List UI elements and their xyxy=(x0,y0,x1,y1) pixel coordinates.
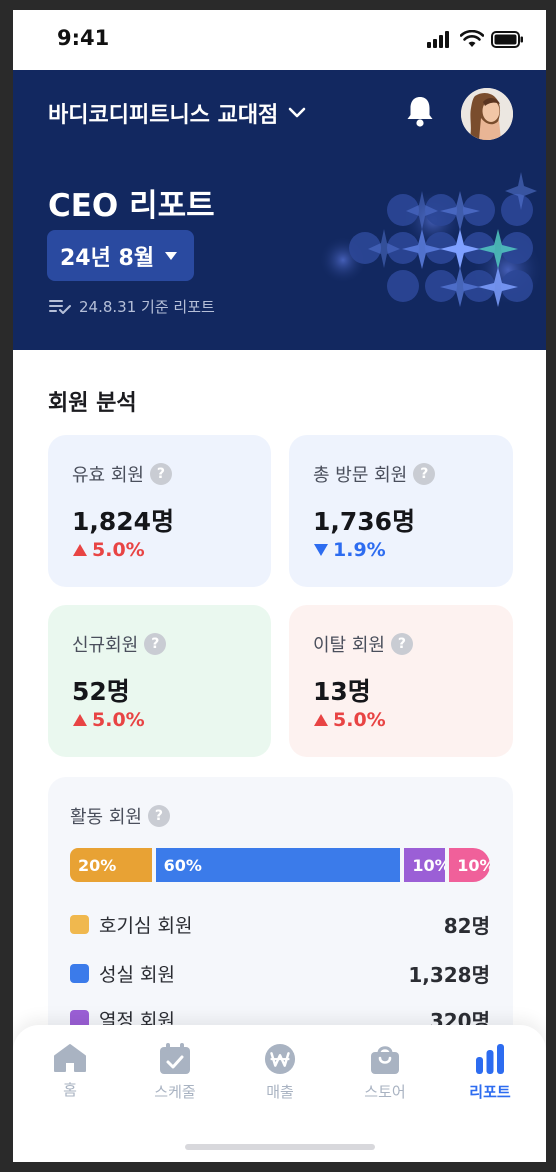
stat-value: 13명 xyxy=(313,677,371,706)
stat-label: 총 방문 회원 ? xyxy=(313,461,436,487)
stat-change: 1.9% xyxy=(313,539,386,561)
help-icon[interactable]: ? xyxy=(147,805,170,827)
won-icon xyxy=(264,1043,296,1075)
chevron-down-icon xyxy=(289,107,306,118)
legend-item: 성실 회원 1,328명 xyxy=(70,959,490,988)
status-time: 9:41 xyxy=(57,26,110,50)
gym-name: 바디코디피트니스 교대점 xyxy=(48,103,279,128)
bell-icon[interactable] xyxy=(402,93,438,129)
decorative-sparkle-pattern xyxy=(319,172,544,307)
report-content: 회원 분석 유효 회원 ? 1,824명 5.0% 총 방문 회원 ? 1,73… xyxy=(13,350,546,1047)
tab-label: 스케줄 xyxy=(154,1083,196,1101)
help-icon[interactable]: ? xyxy=(144,633,167,655)
bottom-tab-bar: 홈 스케줄 매출 스토어 리포트 xyxy=(13,1025,546,1162)
tab-home[interactable]: 홈 xyxy=(25,1043,115,1100)
report-basis: 24.8.31 기준 리포트 xyxy=(49,296,215,317)
period-dropdown[interactable]: 24년 8월 xyxy=(47,230,194,281)
activity-segment-passionate: 10% xyxy=(404,848,446,882)
stat-change-value: 5.0% xyxy=(333,709,386,731)
stat-label-text: 이탈 회원 xyxy=(313,635,385,656)
avatar[interactable] xyxy=(461,88,513,140)
stat-change-value: 5.0% xyxy=(92,539,145,561)
help-icon[interactable]: ? xyxy=(413,463,436,485)
legend-item: 호기심 회원 82명 xyxy=(70,910,490,939)
phone-screen: 9:41 바디코디피트니스 교대점 CEO 리포트 24년 8월 24.8.31… xyxy=(13,10,546,1162)
activity-title: 활동 회원 ? xyxy=(70,803,170,829)
legend-swatch xyxy=(70,915,89,934)
status-bar: 9:41 xyxy=(13,10,546,70)
stat-card-churned-members[interactable]: 이탈 회원 ? 13명 5.0% xyxy=(289,605,513,757)
triangle-down-icon xyxy=(314,544,328,556)
legend-label: 호기심 회원 xyxy=(99,915,193,937)
legend-label: 성실 회원 xyxy=(99,964,175,986)
caret-down-icon xyxy=(165,251,178,260)
triangle-up-icon xyxy=(73,544,87,556)
stat-label: 유효 회원 ? xyxy=(72,461,172,487)
tab-sales[interactable]: 매출 xyxy=(235,1043,325,1102)
stat-card-new-members[interactable]: 신규회원 ? 52명 5.0% xyxy=(48,605,271,757)
stat-change: 5.0% xyxy=(72,709,145,731)
triangle-up-icon xyxy=(73,714,87,726)
tab-store[interactable]: 스토어 xyxy=(340,1043,430,1102)
bar-chart-icon xyxy=(476,1044,504,1074)
tab-label: 스토어 xyxy=(364,1083,406,1101)
report-basis-text: 24.8.31 기준 리포트 xyxy=(79,298,215,316)
activity-segment-diligent: 60% xyxy=(155,848,401,882)
stat-label: 신규회원 ? xyxy=(72,631,167,657)
stat-change: 5.0% xyxy=(72,539,145,561)
legend-swatch xyxy=(70,964,89,983)
home-indicator xyxy=(185,1144,375,1150)
legend-value: 82명 xyxy=(443,914,490,938)
stat-card-active-members[interactable]: 유효 회원 ? 1,824명 5.0% xyxy=(48,435,271,587)
home-icon xyxy=(54,1044,86,1072)
help-icon[interactable]: ? xyxy=(390,633,413,655)
stat-card-total-visits[interactable]: 총 방문 회원 ? 1,736명 1.9% xyxy=(289,435,513,587)
activity-segment-curious: 20% xyxy=(70,848,152,882)
stat-label: 이탈 회원 ? xyxy=(313,631,413,657)
battery-icon xyxy=(491,30,523,48)
gym-selector[interactable]: 바디코디피트니스 교대점 xyxy=(48,97,306,129)
checklist-icon xyxy=(49,299,71,314)
wifi-icon xyxy=(460,30,484,47)
report-header: 바디코디피트니스 교대점 CEO 리포트 24년 8월 24.8.31 기준 리… xyxy=(13,70,546,350)
stat-change-value: 1.9% xyxy=(333,539,386,561)
activity-distribution-bar: 20% 60% 10% 10% xyxy=(70,848,490,882)
stat-value: 52명 xyxy=(72,677,130,706)
cellular-signal-icon xyxy=(427,30,449,48)
stat-label-text: 유효 회원 xyxy=(72,465,144,486)
shopping-bag-icon xyxy=(371,1046,399,1074)
calendar-icon xyxy=(160,1043,190,1074)
profile-photo xyxy=(461,88,513,140)
help-icon[interactable]: ? xyxy=(149,463,172,485)
legend-value: 1,328명 xyxy=(408,963,490,987)
tab-label: 리포트 xyxy=(469,1083,511,1101)
tab-schedule[interactable]: 스케줄 xyxy=(130,1043,220,1102)
tab-label: 홈 xyxy=(63,1081,77,1099)
tab-report[interactable]: 리포트 xyxy=(445,1043,535,1102)
stat-change: 5.0% xyxy=(313,709,386,731)
stat-change-value: 5.0% xyxy=(92,709,145,731)
section-title: 회원 분석 xyxy=(48,391,137,416)
activity-title-text: 활동 회원 xyxy=(70,807,142,828)
triangle-up-icon xyxy=(314,714,328,726)
status-icons xyxy=(427,30,524,48)
stat-value: 1,736명 xyxy=(313,507,416,536)
stat-label-text: 총 방문 회원 xyxy=(313,465,408,486)
stat-value: 1,824명 xyxy=(72,507,175,536)
tab-label: 매출 xyxy=(266,1083,294,1101)
period-label: 24년 8월 xyxy=(60,245,155,271)
activity-members-card: 활동 회원 ? 20% 60% 10% 10% 호기심 회원 82명 성실 회 xyxy=(48,777,513,1047)
page-title: CEO 리포트 xyxy=(48,188,215,224)
activity-segment-other: 10% xyxy=(449,848,490,882)
stat-label-text: 신규회원 xyxy=(72,635,139,656)
